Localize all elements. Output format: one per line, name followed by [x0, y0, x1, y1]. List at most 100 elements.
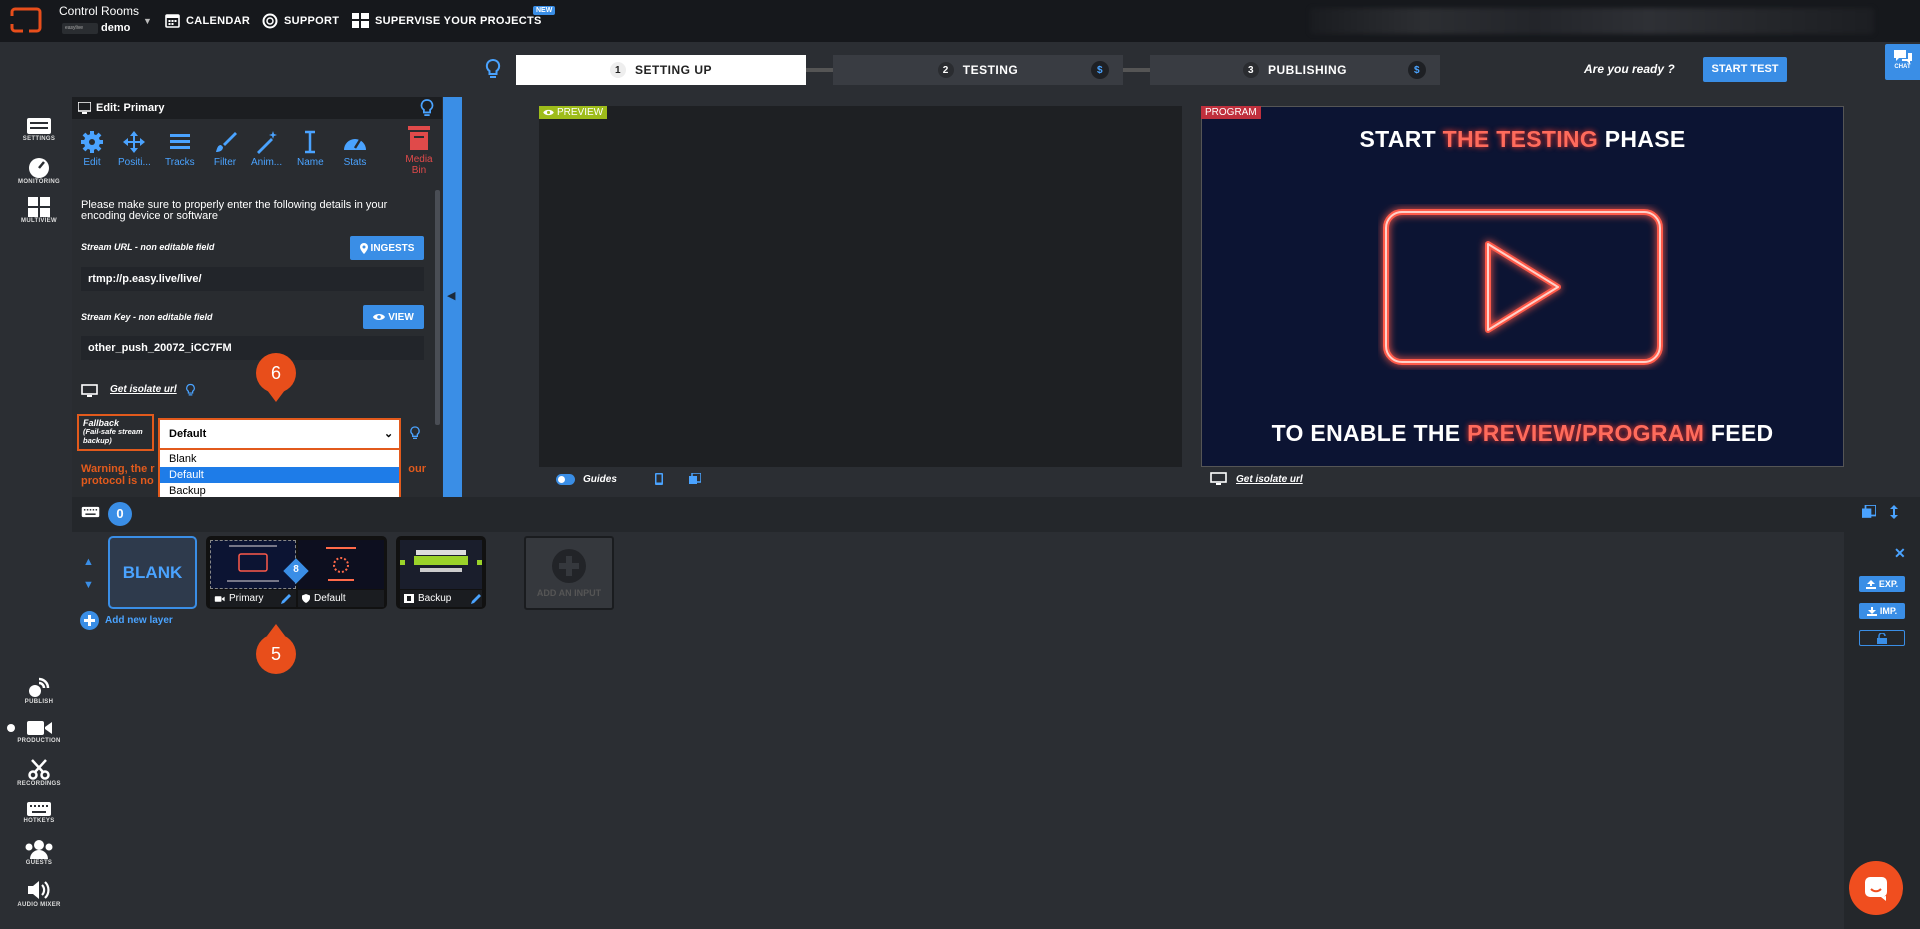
mobile-icon[interactable] [654, 473, 663, 485]
pencil-icon[interactable] [281, 593, 292, 604]
nav-guests[interactable]: GUESTS [8, 839, 70, 866]
nav-support-label: SUPPORT [284, 15, 340, 27]
nav-publish-label: PUBLISH [24, 699, 54, 705]
backup-label-bar[interactable]: Backup [400, 590, 482, 607]
get-isolate-url-link[interactable]: Get isolate url [110, 384, 177, 395]
close-icon[interactable]: ✕ [1894, 545, 1906, 562]
add-input-tile[interactable]: ADD AN INPUT [524, 536, 614, 610]
keyboard-icon[interactable] [81, 506, 100, 518]
default-label-bar[interactable]: Default [298, 590, 384, 607]
support-chat-bubble[interactable] [1849, 861, 1903, 915]
start-test-button[interactable]: START TEST [1703, 57, 1787, 82]
add-new-layer-button[interactable]: Add new layer [80, 611, 173, 630]
import-button[interactable]: IMP. [1859, 603, 1905, 619]
upload-icon [1865, 579, 1876, 589]
resize-vertical-icon[interactable] [1890, 505, 1898, 519]
lightbulb-icon[interactable] [484, 58, 502, 80]
step-marker: 6 [256, 353, 296, 393]
view-key-button[interactable]: VIEW [363, 305, 424, 329]
broadcast-icon [8, 676, 70, 698]
nav-calendar[interactable]: CALENDAR [165, 13, 250, 28]
step-label: SETTING UP [634, 63, 712, 77]
ingests-button[interactable]: INGESTS [350, 236, 424, 260]
nav-recordings[interactable]: RECORDINGS [8, 758, 70, 787]
copy-icon[interactable] [1862, 505, 1876, 519]
fallback-option[interactable]: Blank [160, 451, 399, 467]
user-area-blurred[interactable] [1310, 8, 1874, 34]
layer-down-icon[interactable]: ▼ [83, 579, 94, 591]
program-isolate-row[interactable]: Get isolate url [1210, 472, 1303, 486]
fallback-option-selected[interactable]: Default [160, 467, 399, 483]
collapse-left-icon[interactable]: ◀ [447, 289, 455, 302]
copy-icon[interactable] [688, 473, 701, 485]
nav-support[interactable]: SUPPORT [262, 13, 339, 29]
blank-input-tile[interactable]: BLANK [108, 536, 197, 609]
shield-icon [302, 594, 310, 603]
app-title: Control Rooms [59, 4, 140, 18]
step-publishing[interactable]: 3 PUBLISHING $ [1150, 55, 1440, 85]
layer-up-icon[interactable]: ▲ [83, 556, 94, 568]
monitor-icon [1210, 472, 1227, 486]
stream-key-field[interactable]: other_push_20072_iCC7FM [81, 336, 424, 360]
ready-text: Are you ready ? [1584, 62, 1675, 76]
guides-label: Guides [583, 473, 617, 485]
lightbulb-icon[interactable] [409, 425, 421, 441]
nav-production[interactable]: PRODUCTION [8, 719, 70, 744]
tracks-icon [165, 130, 195, 154]
backup-label: Backup [418, 593, 452, 604]
lightbulb-icon[interactable] [185, 383, 196, 397]
chat-bubble-icon [1863, 875, 1889, 901]
tool-tracks[interactable]: Tracks [165, 130, 195, 168]
tool-animation[interactable]: Anim... [251, 130, 282, 168]
fallback-title: Fallback [83, 418, 120, 428]
preview-badge: PREVIEW [539, 106, 608, 119]
nav-supervise-projects[interactable]: SUPERVISE YOUR PROJECTS [352, 13, 542, 28]
preview-monitor[interactable] [539, 106, 1182, 467]
tool-stats[interactable]: Stats [342, 130, 368, 168]
tool-edit[interactable]: Edit [80, 130, 104, 168]
nav-publish[interactable]: PUBLISH [8, 676, 70, 705]
stream-url-field[interactable]: rtmp://p.easy.live/live/ [81, 267, 424, 291]
edit-panel-scrollbar[interactable] [435, 190, 440, 425]
caret-down-icon[interactable]: ▼ [143, 16, 152, 26]
program-subtitle-part: FEED [1704, 420, 1774, 446]
dollar-icon: $ [1408, 61, 1426, 79]
lightbulb-icon[interactable] [419, 98, 435, 118]
nav-supervise-label: SUPERVISE YOUR PROJECTS [375, 14, 542, 27]
nav-hotkeys[interactable]: HOTKEYS [8, 801, 70, 824]
ingests-label: INGESTS [370, 242, 415, 254]
app-logo-icon[interactable] [9, 6, 43, 34]
media-bin-button[interactable]: Media Bin [400, 125, 438, 176]
nav-multiview[interactable]: MULTIVIEW [8, 197, 70, 224]
import-label: IMP. [1879, 606, 1898, 616]
nav-audio-mixer[interactable]: AUDIO MIXER [8, 879, 70, 908]
lock-button[interactable] [1859, 630, 1905, 646]
tool-filter[interactable]: Filter [213, 130, 237, 168]
org-name[interactable]: demo [101, 22, 130, 34]
tool-stats-label: Stats [343, 157, 367, 168]
nav-recordings-label: RECORDINGS [17, 781, 61, 787]
default-thumbnail[interactable] [298, 540, 384, 589]
step-setting-up[interactable]: 1 SETTING UP [516, 55, 806, 85]
fallback-select[interactable]: Default [158, 418, 401, 448]
step-testing[interactable]: 2 TESTING $ [833, 55, 1123, 85]
guides-toggle[interactable] [556, 473, 575, 485]
primary-label-bar[interactable]: Primary [210, 590, 296, 607]
backup-thumbnail[interactable] [400, 540, 482, 589]
program-isolate-link[interactable]: Get isolate url [1236, 474, 1303, 485]
chat-button[interactable]: CHAT [1885, 44, 1920, 80]
nav-monitoring[interactable]: MONITORING [8, 156, 70, 185]
tool-name[interactable]: Name [297, 130, 324, 168]
chevron-down-icon[interactable]: ⌄ [384, 427, 393, 440]
eye-icon [543, 109, 554, 116]
step-marker: 5 [256, 634, 296, 674]
tool-position[interactable]: Positi... [118, 130, 151, 168]
layer-count-badge: 0 [108, 502, 132, 526]
pencil-icon[interactable] [471, 593, 482, 604]
nav-settings[interactable]: SETTINGS [8, 117, 70, 142]
multiview-grid-icon [352, 13, 369, 28]
step-number: 1 [609, 62, 626, 78]
export-button[interactable]: EXP. [1859, 576, 1905, 592]
primary-thumbnail[interactable] [210, 540, 296, 589]
fallback-options-list: Blank Default Backup [158, 448, 401, 500]
